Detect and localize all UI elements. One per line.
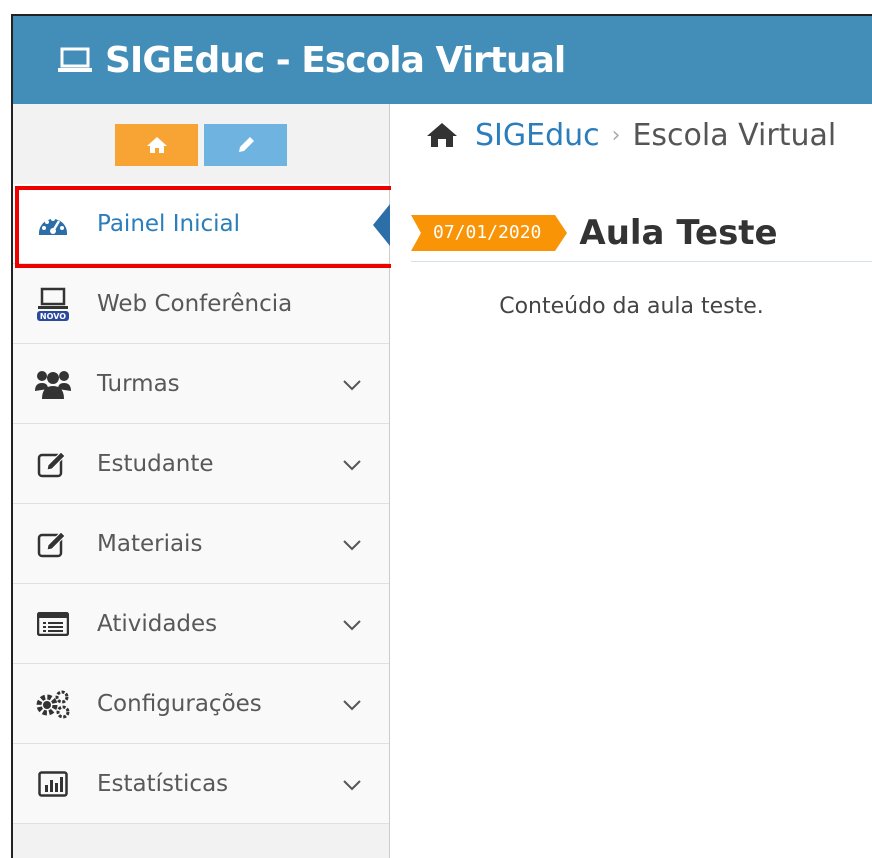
chevron-down-icon — [343, 539, 361, 550]
sidebar-item-materiais[interactable]: Materiais — [13, 504, 389, 584]
laptop-novo-icon: NOVO — [33, 287, 73, 321]
sidebar-item-label: Configurações — [97, 690, 262, 717]
sidebar-item-label: Web Conferência — [97, 290, 293, 317]
users-icon — [33, 368, 73, 400]
app-title: SIGEduc - Escola Virtual — [105, 39, 566, 81]
sidebar-item-atividades[interactable]: Atividades — [13, 584, 389, 664]
date-tag: 07/01/2020 — [411, 214, 568, 251]
sidebar-item-label: Turmas — [97, 370, 180, 397]
breadcrumb-separator: › — [611, 122, 621, 148]
top-navbar: SIGEduc - Escola Virtual — [13, 16, 872, 104]
sidebar-item-label: Painel Inicial — [97, 210, 241, 237]
chevron-down-icon — [343, 619, 361, 630]
sidebar: Painel Inicial NOVO Web Conferência Turm… — [13, 104, 390, 858]
sidebar-shortcuts — [13, 104, 389, 184]
lesson-title: Aula Teste — [579, 212, 778, 253]
main-content: SIGEduc › Escola Virtual 07/01/2020 Aula… — [391, 104, 872, 858]
sidebar-item-label: Estudante — [97, 450, 214, 477]
lesson-header: 07/01/2020 Aula Teste — [411, 204, 872, 262]
active-indicator — [373, 204, 390, 246]
breadcrumb: SIGEduc › Escola Virtual — [391, 104, 872, 166]
sidebar-item-web-conferencia[interactable]: NOVO Web Conferência — [13, 264, 389, 344]
breadcrumb-current: Escola Virtual — [632, 117, 837, 153]
sidebar-item-estudante[interactable]: Estudante — [13, 424, 389, 504]
pencil-icon — [238, 137, 254, 152]
chevron-down-icon — [343, 379, 361, 390]
home-icon — [146, 137, 167, 153]
edit-shortcut-button[interactable] — [204, 124, 287, 166]
sidebar-item-configuracoes[interactable]: Configurações — [13, 664, 389, 744]
list-icon — [33, 608, 73, 640]
breadcrumb-home-link[interactable]: SIGEduc — [475, 118, 600, 153]
edit-icon — [33, 528, 73, 560]
chevron-down-icon — [343, 459, 361, 470]
laptop-icon — [58, 47, 92, 72]
edit-icon — [33, 448, 73, 480]
bar-chart-icon — [33, 768, 73, 800]
novo-badge: NOVO — [40, 312, 66, 321]
sidebar-item-turmas[interactable]: Turmas — [13, 344, 389, 424]
home-shortcut-button[interactable] — [115, 124, 198, 166]
sidebar-item-label: Materiais — [97, 530, 203, 557]
sidebar-item-label: Atividades — [97, 610, 218, 637]
dashboard-icon — [33, 208, 73, 240]
chevron-down-icon — [343, 699, 361, 710]
home-icon[interactable] — [425, 121, 459, 149]
chevron-down-icon — [343, 779, 361, 790]
sidebar-item-painel-inicial[interactable]: Painel Inicial — [13, 184, 390, 264]
sidebar-item-estatisticas[interactable]: Estatísticas — [13, 744, 389, 824]
app-window: SIGEduc - Escola Virtual Painel Inicial … — [11, 14, 872, 858]
cogs-icon — [33, 688, 73, 720]
lesson-content: Conteúdo da aula teste. — [499, 294, 764, 319]
sidebar-item-label: Estatísticas — [97, 770, 229, 797]
